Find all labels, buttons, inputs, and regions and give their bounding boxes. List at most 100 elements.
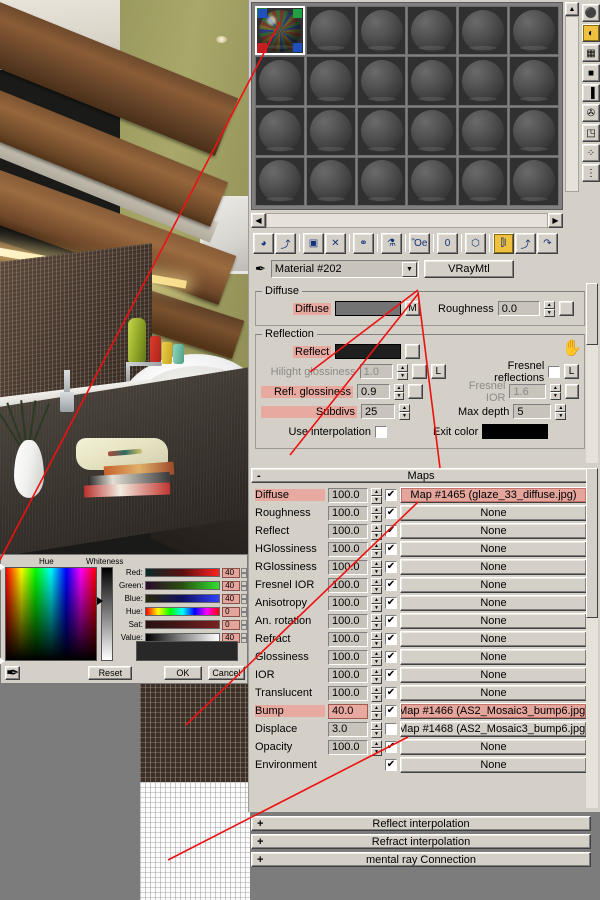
map-slot-button[interactable]: None xyxy=(400,577,587,593)
fresnel-ior-field[interactable]: 1.6 xyxy=(509,384,547,399)
map-amount-field[interactable]: 100.0 xyxy=(328,685,368,701)
map-slot-button[interactable]: None xyxy=(400,559,587,575)
channel-spinner[interactable] xyxy=(241,580,247,591)
material-slot-3[interactable] xyxy=(356,6,407,56)
map-slot-button[interactable]: None xyxy=(400,613,587,629)
map-amount-spinner[interactable]: ▲ ▼ xyxy=(371,703,382,720)
diffuse-map-button[interactable]: M xyxy=(405,301,421,316)
make-preview-icon[interactable]: ✇ xyxy=(582,104,600,122)
put-material-to-scene-icon[interactable]: ⤴ xyxy=(275,232,296,254)
map-enable-checkbox[interactable]: ✔ xyxy=(385,741,397,753)
map-enable-checkbox[interactable]: ✔ xyxy=(385,633,397,645)
map-enable-checkbox[interactable]: ✔ xyxy=(385,543,397,555)
map-amount-field[interactable]: 100.0 xyxy=(328,649,368,665)
channel-spinner[interactable] xyxy=(241,619,247,630)
material-slot-4[interactable] xyxy=(407,6,458,56)
material-slot-13[interactable] xyxy=(255,106,305,156)
map-amount-field[interactable]: 100.0 xyxy=(328,613,368,629)
material-slot-16[interactable] xyxy=(407,106,458,156)
map-amount-spinner[interactable]: ▲ ▼ xyxy=(371,487,382,504)
map-slot-button[interactable]: Map #1465 (glaze_33_diffuse.jpg) xyxy=(400,487,587,503)
channel-spinner[interactable] xyxy=(241,593,247,604)
map-enable-checkbox[interactable]: ✔ xyxy=(385,597,397,609)
max-depth-spinner[interactable]: ▲ ▼ xyxy=(555,404,567,420)
use-interpolation-checkbox[interactable] xyxy=(375,425,387,438)
channel-spinner[interactable] xyxy=(241,606,247,617)
sample-options-toolbar[interactable]: ⚫ ◐ ▦ ■ ▐ ✇ ◳ ⁘ ⋮ xyxy=(581,2,600,210)
hilight-glossiness-spinner[interactable]: ▲ ▼ xyxy=(397,364,409,380)
material-slot-21[interactable] xyxy=(356,156,407,206)
slots-hscroll-track[interactable] xyxy=(266,212,548,228)
material-slot-15[interactable] xyxy=(356,106,407,156)
hilight-glossiness-map-button[interactable] xyxy=(412,364,427,379)
map-amount-spinner[interactable]: ▲ ▼ xyxy=(371,505,382,522)
collapsed-rollout-header[interactable]: + Refract interpolation xyxy=(251,834,591,849)
make-unique-icon[interactable]: ⚗ xyxy=(381,232,402,254)
map-slot-button[interactable]: None xyxy=(400,541,587,557)
backlight-icon[interactable]: ◐ xyxy=(582,24,600,42)
material-slot-22[interactable] xyxy=(407,156,458,206)
max-depth-field[interactable]: 5 xyxy=(513,404,552,419)
sample-uv-tiling-icon[interactable]: ■ xyxy=(582,64,600,82)
parameters-vertical-scrollbar[interactable] xyxy=(586,283,598,463)
map-amount-spinner[interactable]: ▲ ▼ xyxy=(371,541,382,558)
slots-horizontal-scrollbar[interactable]: ◀ ▶ xyxy=(251,212,563,228)
map-amount-field[interactable]: 100.0 xyxy=(328,487,368,503)
refl-glossiness-spinner[interactable]: ▲ ▼ xyxy=(393,384,405,400)
material-slot-19[interactable] xyxy=(255,156,305,206)
roughness-spinner[interactable]: ▲ ▼ xyxy=(543,301,555,317)
material-slot-11[interactable] xyxy=(458,56,509,106)
channel-value-field[interactable]: 40 xyxy=(222,593,241,604)
reset-map-mtl-to-default-icon[interactable]: ✕ xyxy=(325,232,346,254)
collapsed-rollout-header[interactable]: + mental ray Connection xyxy=(251,852,591,867)
sample-slots-grid[interactable] xyxy=(252,3,562,209)
channel-value-field[interactable]: 0 xyxy=(222,606,241,617)
material-slot-7[interactable] xyxy=(255,56,305,106)
map-amount-spinner[interactable]: ▲ ▼ xyxy=(371,523,382,540)
map-slot-button[interactable]: None xyxy=(400,523,587,539)
parameters-scroll-thumb[interactable] xyxy=(586,283,598,345)
map-amount-field[interactable]: 100.0 xyxy=(328,631,368,647)
show-end-result-icon[interactable]: ⫿l xyxy=(493,232,514,254)
fresnel-reflections-checkbox[interactable] xyxy=(548,365,561,378)
map-amount-spinner[interactable]: ▲ ▼ xyxy=(371,595,382,612)
material-type-button[interactable]: VRayMtl xyxy=(423,260,514,278)
fresnel-ior-map-button[interactable] xyxy=(564,384,580,399)
select-by-material-icon[interactable]: ⁘ xyxy=(582,144,600,162)
fresnel-ior-spinner[interactable]: ▲ ▼ xyxy=(550,384,561,400)
map-amount-spinner[interactable]: ▲ ▼ xyxy=(371,685,382,702)
show-map-in-viewport-icon[interactable]: ⬡ xyxy=(465,232,486,254)
make-material-copy-icon[interactable]: ⚭ xyxy=(353,232,374,254)
options-icon[interactable]: ◳ xyxy=(582,124,600,142)
material-slot-2[interactable] xyxy=(305,6,356,56)
material-editor-toolbar[interactable]: ◕ ⤴ ▣ ✕ ⚭ ⚗ Ὃe 0 ⬡ ⫿l ⤴ ↷ xyxy=(249,230,600,256)
refl-glossiness-field[interactable]: 0.9 xyxy=(357,384,390,399)
material-slot-18[interactable] xyxy=(509,106,559,156)
maps-rollout-header[interactable]: - Maps xyxy=(251,468,591,483)
get-material-icon[interactable]: ◕ xyxy=(253,232,274,254)
slots-vertical-scrollbar[interactable]: ▲ xyxy=(565,2,579,196)
map-amount-field[interactable]: 100.0 xyxy=(328,523,368,539)
map-amount-field[interactable]: 100.0 xyxy=(328,667,368,683)
sample-type-sphere-icon[interactable]: ⚫ xyxy=(582,4,600,22)
map-enable-checkbox[interactable]: ✔ xyxy=(385,561,397,573)
material-effects-channel-icon[interactable]: 0 xyxy=(437,232,458,254)
assign-material-to-selection-icon[interactable]: ▣ xyxy=(303,232,324,254)
eyedropper-icon[interactable]: ✒ xyxy=(255,261,266,277)
refl-glossiness-map-button[interactable] xyxy=(408,384,423,399)
material-id-channel-icon[interactable]: ⋮ xyxy=(582,164,600,182)
rollout-expand-icon[interactable]: + xyxy=(257,818,263,830)
diffuse-color-swatch[interactable] xyxy=(335,301,402,316)
channel-slider[interactable] xyxy=(144,594,221,603)
roughness-field[interactable]: 0.0 xyxy=(497,301,540,316)
map-slot-button[interactable]: None xyxy=(400,649,587,665)
whiteness-marker[interactable] xyxy=(97,597,103,605)
map-enable-checkbox[interactable]: ✔ xyxy=(385,687,397,699)
whiteness-slider[interactable] xyxy=(101,567,113,661)
cancel-button[interactable]: Cancel xyxy=(207,666,246,680)
slots-scroll-left-button[interactable]: ◀ xyxy=(251,212,266,228)
map-enable-checkbox[interactable]: ✔ xyxy=(385,759,397,771)
put-to-library-icon[interactable]: Ὃe xyxy=(409,232,430,254)
channel-spinner[interactable] xyxy=(241,632,247,643)
map-enable-checkbox[interactable]: ✔ xyxy=(385,579,397,591)
